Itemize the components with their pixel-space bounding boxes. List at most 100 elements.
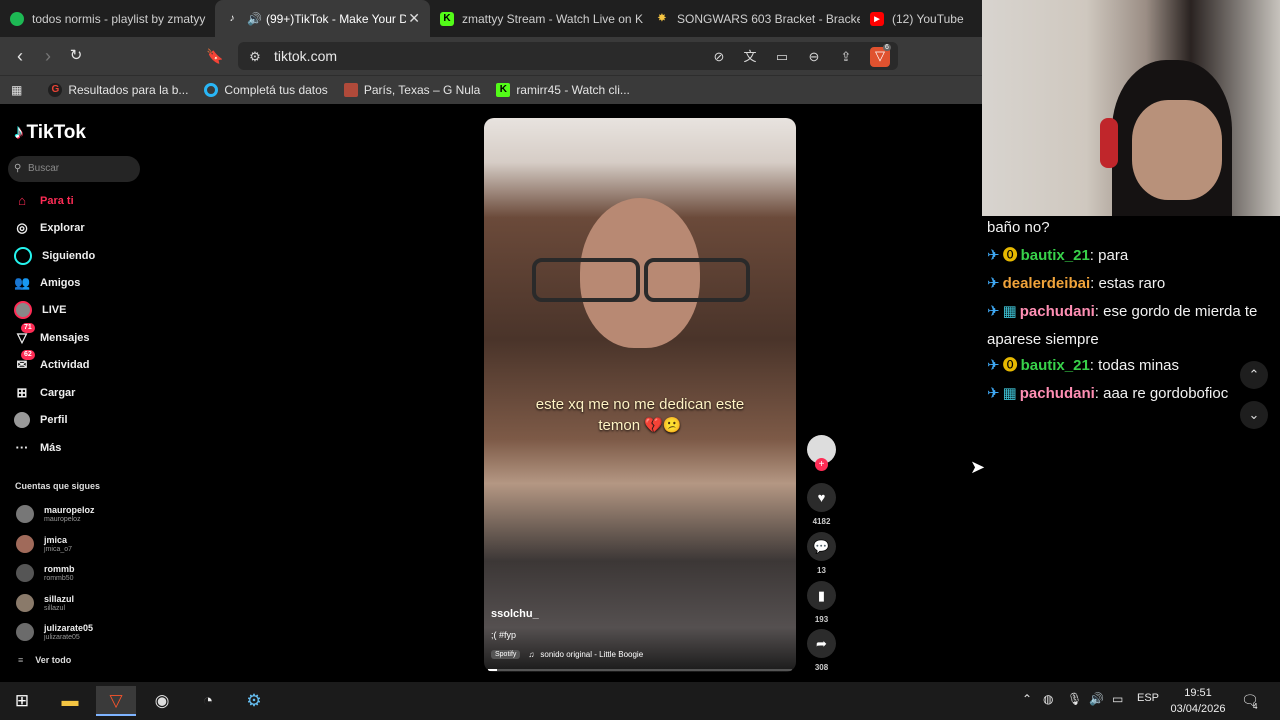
- media-muted-icon[interactable]: ⊘: [710, 48, 728, 66]
- nav-label: Perfil: [40, 414, 68, 426]
- messages-badge: 71: [21, 323, 35, 333]
- friends-icon: 👥: [14, 275, 31, 290]
- file-explorer-icon[interactable]: ▬: [50, 686, 90, 716]
- speaker-icon[interactable]: 🔊: [247, 12, 262, 26]
- bookmark-ramirr[interactable]: Kramirr45 - Watch cli...: [496, 83, 630, 97]
- nav-para-ti[interactable]: ⌂ Para ti: [14, 191, 74, 211]
- discord-icon[interactable]: ◍: [1043, 692, 1053, 706]
- nav-mas[interactable]: ··· Más: [14, 438, 62, 458]
- windows-taskbar: ⊞ ▬ ▽ ◉ ◔ ⚙ ⌃ ◍ 🎙 🔊 ▭ ESP 19:51 03/04/20…: [0, 682, 1280, 720]
- share-icon[interactable]: ⇪: [837, 48, 855, 66]
- video-progress-bar[interactable]: [488, 669, 792, 671]
- account-name: julizarate05: [44, 622, 94, 633]
- network-icon[interactable]: ▭: [1112, 692, 1123, 706]
- back-icon[interactable]: ‹: [10, 46, 30, 66]
- tiktok-logo[interactable]: ♪ TikTok: [14, 122, 86, 144]
- tab-youtube[interactable]: ▶ (12) YouTube: [860, 0, 970, 37]
- nav-actividad[interactable]: ✉ 62 Actividad: [14, 350, 90, 375]
- share-button[interactable]: ➦ 308: [807, 629, 836, 672]
- chat-username[interactable]: dealerdeibai: [1003, 275, 1091, 292]
- tab-kick[interactable]: Kzmattyy Stream - Watch Live on K: [430, 0, 645, 37]
- volume-icon[interactable]: 🔊: [1089, 692, 1104, 706]
- nav-label: Para ti: [40, 195, 74, 207]
- zoom-icon[interactable]: ⊖: [805, 48, 823, 66]
- upload-icon: ⊞: [16, 385, 28, 400]
- chevron-down-icon[interactable]: ⌄: [1240, 401, 1268, 429]
- activity-icon: ✉ 62: [14, 350, 35, 373]
- translate-icon[interactable]: 文: [741, 48, 759, 66]
- nav-cargar[interactable]: ⊞ Cargar: [14, 383, 76, 403]
- language-indicator[interactable]: ESP: [1137, 692, 1159, 704]
- nav-perfil[interactable]: Perfil: [14, 410, 68, 430]
- coin-badge-icon: ⓿: [1002, 357, 1018, 374]
- microphone-icon[interactable]: 🎙: [1067, 692, 1082, 706]
- see-all-link[interactable]: ≡ Ver todo: [18, 655, 71, 665]
- chevron-up-icon[interactable]: ⌃: [1240, 361, 1268, 389]
- chat-username[interactable]: bautix_21: [1021, 357, 1090, 374]
- url-text: tiktok.com: [274, 48, 338, 64]
- notification-count: 4: [1253, 702, 1258, 711]
- steam-icon[interactable]: ⚙: [234, 686, 274, 716]
- bookmark-label: Completá tus datos: [224, 83, 328, 97]
- cast-icon[interactable]: ▭: [773, 48, 791, 66]
- video-music[interactable]: Spotify ♫ sonido original - Little Boogie: [491, 650, 643, 659]
- home-icon: ⌂: [18, 193, 26, 208]
- bookmark-label: ramirr45 - Watch cli...: [516, 83, 630, 97]
- chat-username[interactable]: pachudani: [1020, 303, 1095, 320]
- chat-username[interactable]: pachudani: [1020, 385, 1095, 402]
- url-field[interactable]: tiktok.com: [238, 42, 898, 70]
- search-input[interactable]: ⚲ Buscar: [8, 156, 140, 182]
- chat-username[interactable]: bautix_21: [1021, 247, 1090, 264]
- apps-icon[interactable]: ▦: [11, 83, 22, 97]
- nav-label: Cargar: [40, 387, 76, 399]
- avatar: [16, 535, 34, 553]
- site-settings-icon[interactable]: ⚙: [246, 48, 264, 66]
- account-item[interactable]: jmica jmica_o7: [16, 532, 72, 556]
- bookmark-google[interactable]: G Resultados para la b...: [48, 83, 188, 97]
- tray-chevron-icon[interactable]: ⌃: [1022, 692, 1032, 706]
- nav-mensajes[interactable]: ▽ 71 Mensajes: [14, 323, 90, 348]
- save-button[interactable]: ▮ 193: [807, 581, 836, 624]
- spotify-icon: [10, 11, 24, 26]
- forward-icon[interactable]: ›: [38, 46, 58, 66]
- account-name: mauropeloz: [44, 504, 95, 515]
- like-count: 4182: [812, 517, 831, 526]
- tiktok-icon: ♪: [14, 122, 24, 143]
- chat-message: ✈ dealerdeibai: estas raro: [987, 275, 1166, 292]
- clock[interactable]: 19:51 03/04/2026: [1166, 685, 1230, 717]
- account-item[interactable]: julizarate05 julizarate05: [16, 620, 93, 644]
- nav-siguiendo[interactable]: Siguiendo: [14, 246, 95, 266]
- see-all-label: Ver todo: [35, 655, 72, 665]
- account-item[interactable]: rommb rommb50: [16, 561, 75, 585]
- follow-plus-icon[interactable]: +: [815, 458, 828, 471]
- windows-start-icon[interactable]: ⊞: [2, 686, 42, 716]
- video-player[interactable]: este xq me no me dedican este temon 💔😕 s…: [484, 118, 796, 672]
- bookmark-datos[interactable]: Completá tus datos: [204, 83, 328, 97]
- like-button[interactable]: ♥ 4182: [807, 483, 836, 526]
- bookmark-paris[interactable]: París, Texas – G Nula: [343, 83, 480, 97]
- close-tab-icon[interactable]: ✕: [408, 10, 420, 27]
- nav-label: Siguiendo: [42, 250, 96, 262]
- clock-app-icon[interactable]: ◔: [188, 686, 228, 716]
- bookmark-label: Resultados para la b...: [68, 83, 189, 97]
- video-username[interactable]: ssolchu_: [491, 608, 539, 620]
- heart-icon: ♥: [807, 483, 836, 512]
- nav-explorar[interactable]: ◎ Explorar: [14, 218, 84, 238]
- chat-message: ✈ ⓿ bautix_21: todas minas: [987, 357, 1180, 374]
- account-item[interactable]: sillazul sillazul: [16, 591, 74, 615]
- tab-songwars[interactable]: ✸ SONGWARS 603 Bracket - Bracket: [645, 0, 860, 37]
- nav-live[interactable]: LIVE: [14, 300, 66, 320]
- comment-button[interactable]: 💬 13: [807, 532, 836, 575]
- bookmark-icon[interactable]: 🔖: [205, 46, 225, 66]
- tab-spotify[interactable]: todos normis - playlist by zmatyy: [0, 0, 215, 37]
- compass-icon: ◎: [16, 220, 28, 235]
- bookmark-icon: ▮: [807, 581, 836, 610]
- creator-avatar[interactable]: +: [807, 435, 836, 471]
- nav-amigos[interactable]: 👥 Amigos: [14, 273, 80, 293]
- brave-browser-icon[interactable]: ▽: [96, 686, 136, 716]
- reload-icon[interactable]: ↻: [66, 46, 86, 66]
- account-item[interactable]: mauropeloz mauropeloz: [16, 502, 95, 526]
- obs-icon[interactable]: ◉: [142, 686, 182, 716]
- music-label: sonido original - Little Boogie: [540, 650, 644, 659]
- tab-tiktok[interactable]: ♪ 🔊 (99+)TikTok - Make Your D ✕: [215, 0, 430, 37]
